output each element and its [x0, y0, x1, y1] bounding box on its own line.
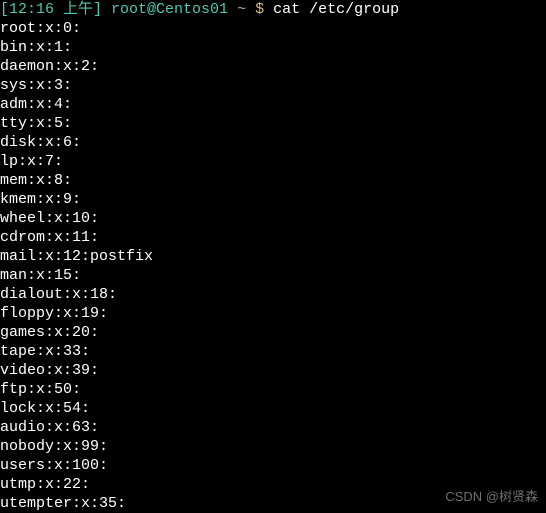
- output-line: games:x:20:: [0, 323, 546, 342]
- command-text: cat /etc/group: [273, 1, 399, 18]
- prompt-line: [12:16 上午] root@Centos01 ~ $ cat /etc/gr…: [0, 0, 546, 19]
- output-line: bin:x:1:: [0, 38, 546, 57]
- output-line: video:x:39:: [0, 361, 546, 380]
- output-line: lock:x:54:: [0, 399, 546, 418]
- output-line: root:x:0:: [0, 19, 546, 38]
- output-line: wheel:x:10:: [0, 209, 546, 228]
- prompt-time: [12:16 上午]: [0, 1, 102, 18]
- output-line: daemon:x:2:: [0, 57, 546, 76]
- output-line: floppy:x:19:: [0, 304, 546, 323]
- output-line: dialout:x:18:: [0, 285, 546, 304]
- output-container: root:x:0:bin:x:1:daemon:x:2:sys:x:3:adm:…: [0, 19, 546, 513]
- output-line: lp:x:7:: [0, 152, 546, 171]
- output-line: users:x:100:: [0, 456, 546, 475]
- output-line: audio:x:63:: [0, 418, 546, 437]
- terminal-window[interactable]: [12:16 上午] root@Centos01 ~ $ cat /etc/gr…: [0, 0, 546, 513]
- output-line: ftp:x:50:: [0, 380, 546, 399]
- output-line: nobody:x:99:: [0, 437, 546, 456]
- output-line: kmem:x:9:: [0, 190, 546, 209]
- watermark-text: CSDN @树贤森: [445, 487, 538, 506]
- output-line: cdrom:x:11:: [0, 228, 546, 247]
- prompt-user-host: root@Centos01: [111, 1, 228, 18]
- output-line: sys:x:3:: [0, 76, 546, 95]
- prompt-path: ~: [237, 1, 246, 18]
- output-line: disk:x:6:: [0, 133, 546, 152]
- output-line: tape:x:33:: [0, 342, 546, 361]
- output-line: tty:x:5:: [0, 114, 546, 133]
- output-line: mail:x:12:postfix: [0, 247, 546, 266]
- output-line: mem:x:8:: [0, 171, 546, 190]
- output-line: adm:x:4:: [0, 95, 546, 114]
- output-line: man:x:15:: [0, 266, 546, 285]
- prompt-symbol: $: [255, 1, 264, 18]
